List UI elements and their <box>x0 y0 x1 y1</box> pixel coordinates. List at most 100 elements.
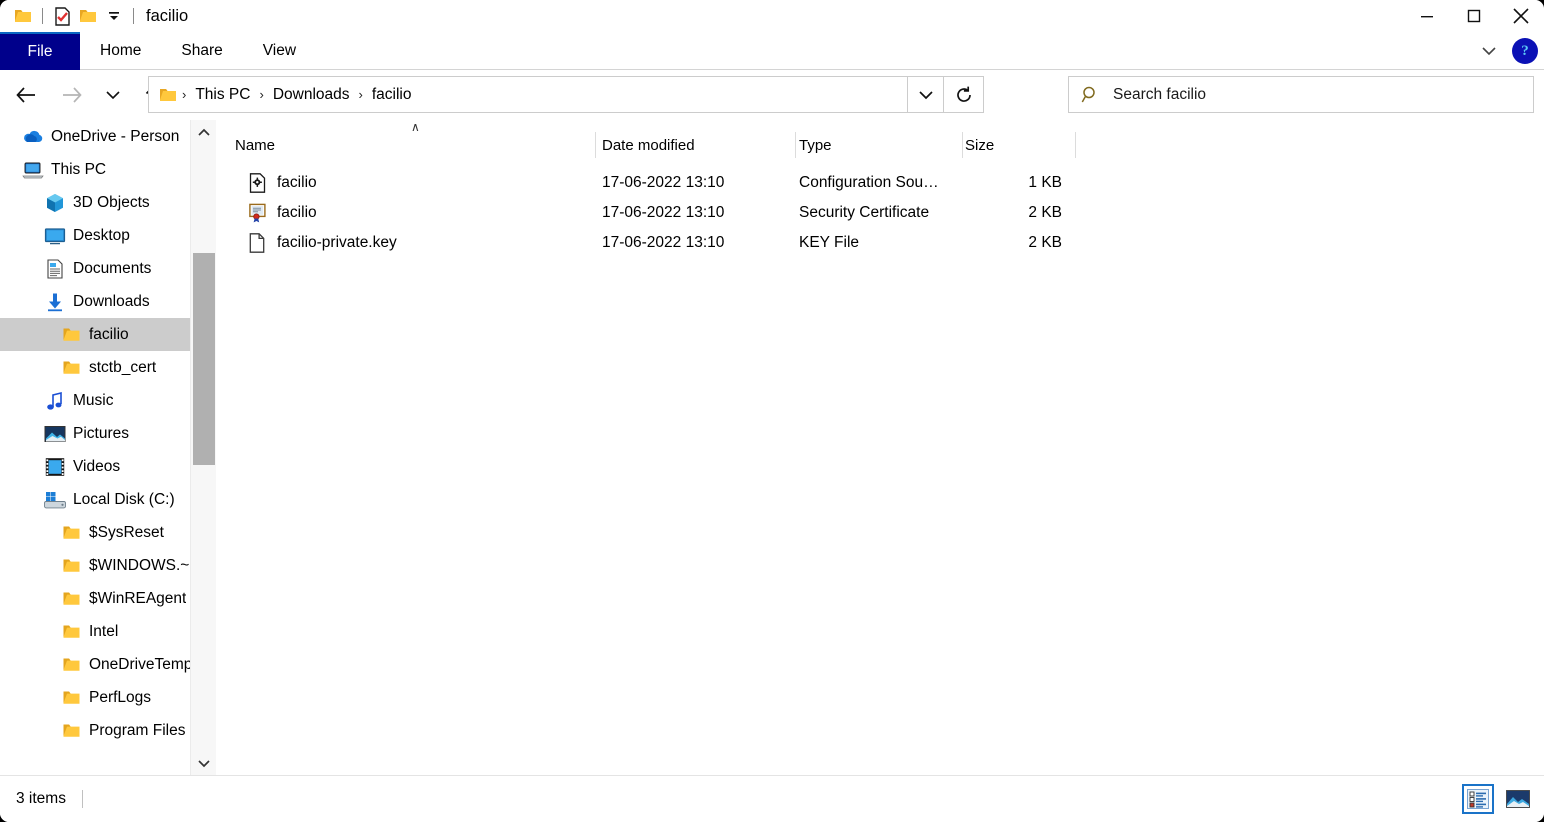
folder-icon[interactable] <box>10 3 36 29</box>
new-folder-icon[interactable] <box>75 3 101 29</box>
sidebar-item-videos[interactable]: Videos <box>0 450 190 483</box>
sidebar-item-pictures[interactable]: Pictures <box>0 417 190 450</box>
breadcrumb-facilio[interactable]: facilio <box>368 86 416 104</box>
thispc-icon <box>22 159 44 181</box>
customize-qat-icon[interactable] <box>101 3 127 29</box>
cell-size: 1 KB <box>917 174 1062 192</box>
sidebar-item-label: $SysReset <box>89 524 164 542</box>
sidebar-item-label: Local Disk (C:) <box>73 491 175 509</box>
column-divider[interactable] <box>1075 132 1076 158</box>
close-button[interactable] <box>1497 0 1544 32</box>
title-bar: facilio <box>0 0 1544 32</box>
videos-icon <box>44 456 66 478</box>
folder-icon <box>60 522 82 544</box>
tab-home[interactable]: Home <box>80 32 161 70</box>
tab-view[interactable]: View <box>243 32 316 70</box>
folder-icon <box>60 324 82 346</box>
sidebar-item-label: 3D Objects <box>73 194 150 212</box>
sidebar-item-desktop[interactable]: Desktop <box>0 219 190 252</box>
properties-icon[interactable] <box>49 3 75 29</box>
address-dropdown-button[interactable] <box>908 76 944 113</box>
sidebar-item-local-disk-c[interactable]: Local Disk (C:) <box>0 483 190 516</box>
documents-icon <box>44 258 66 280</box>
ribbon-tab-bar: File Home Share View ? <box>0 32 1544 70</box>
column-divider[interactable] <box>595 132 596 158</box>
file-list-pane: ∧ Name Date modified Type Size facilio 17… <box>217 120 1544 775</box>
address-bar[interactable]: › This PC › Downloads › facilio <box>148 76 908 113</box>
window-controls <box>1403 0 1544 32</box>
recent-locations-button[interactable] <box>96 78 130 112</box>
column-header-size[interactable]: Size <box>965 128 994 162</box>
sidebar-item-this-pc[interactable]: This PC <box>0 153 190 186</box>
table-row[interactable]: facilio 17-06-2022 13:10 Security Certific… <box>217 198 1544 228</box>
table-row[interactable]: facilio-private.key17-06-2022 13:10KEY F… <box>217 228 1544 258</box>
cell-name[interactable]: facilio <box>249 203 317 223</box>
sidebar-item-label: OneDrive - Person <box>51 128 179 146</box>
chevron-down-icon[interactable] <box>1474 36 1504 66</box>
search-box[interactable]: Search facilio <box>1068 76 1534 113</box>
sidebar-item-sysreset[interactable]: $SysReset <box>0 516 190 549</box>
cell-date-modified: 17-06-2022 13:10 <box>602 204 724 222</box>
sidebar-item-winreagent[interactable]: $WinREAgent <box>0 582 190 615</box>
sidebar-item-documents[interactable]: Documents <box>0 252 190 285</box>
details-view-button[interactable] <box>1462 784 1494 814</box>
sidebar-item-onedrivetemp[interactable]: OneDriveTemp <box>0 648 190 681</box>
sidebar-item-label: Documents <box>73 260 151 278</box>
scroll-down-arrow-icon[interactable] <box>191 751 217 775</box>
sidebar-item-onedrive-person[interactable]: OneDrive - Person <box>0 120 190 153</box>
sidebar-item-perflogs[interactable]: PerfLogs <box>0 681 190 714</box>
sidebar-item-facilio[interactable]: facilio <box>0 318 190 351</box>
3dobjects-icon <box>44 192 66 214</box>
breadcrumb-this-pc[interactable]: This PC <box>191 86 254 104</box>
cell-name[interactable]: facilio <box>249 173 317 193</box>
back-button[interactable] <box>10 78 44 112</box>
cell-date-modified: 17-06-2022 13:10 <box>602 174 724 192</box>
breadcrumb-downloads[interactable]: Downloads <box>269 86 354 104</box>
minimize-button[interactable] <box>1403 0 1450 32</box>
music-icon <box>44 390 66 412</box>
breadcrumb-separator: › <box>177 87 191 102</box>
tab-file[interactable]: File <box>0 32 80 70</box>
sidebar-item-program-files[interactable]: Program Files <box>0 714 190 747</box>
scroll-up-arrow-icon[interactable] <box>191 120 217 144</box>
desktop-icon <box>44 225 66 247</box>
sidebar-scrollbar[interactable] <box>190 120 216 775</box>
table-row[interactable]: facilio17-06-2022 13:10Configuration Sou… <box>217 168 1544 198</box>
column-header-type[interactable]: Type <box>799 128 832 162</box>
refresh-button[interactable] <box>944 76 984 113</box>
sidebar-item-music[interactable]: Music <box>0 384 190 417</box>
cell-name[interactable]: facilio-private.key <box>249 233 397 253</box>
help-icon[interactable]: ? <box>1512 38 1538 64</box>
search-icon <box>1081 85 1101 105</box>
cell-type: Security Certificate <box>799 204 929 222</box>
file-name-label: facilio <box>277 174 317 192</box>
column-header-row: ∧ Name Date modified Type Size <box>217 128 1544 162</box>
folder-icon <box>60 357 82 379</box>
sidebar-item-intel[interactable]: Intel <box>0 615 190 648</box>
folder-icon <box>60 621 82 643</box>
sidebar-item-downloads[interactable]: Downloads <box>0 285 190 318</box>
breadcrumb-separator: › <box>254 87 268 102</box>
large-icons-view-button[interactable] <box>1502 784 1534 814</box>
column-divider[interactable] <box>795 132 796 158</box>
sidebar-item-label: $WinREAgent <box>89 590 186 608</box>
sidebar-item-label: $WINDOWS.~B <box>89 557 190 575</box>
maximize-button[interactable] <box>1450 0 1497 32</box>
sidebar-item-label: Desktop <box>73 227 130 245</box>
sidebar-item-3d-objects[interactable]: 3D Objects <box>0 186 190 219</box>
sidebar-item-label: facilio <box>89 326 129 344</box>
sidebar-item-windows-b[interactable]: $WINDOWS.~B <box>0 549 190 582</box>
status-bar: 3 items <box>0 775 1544 822</box>
column-header-date-modified[interactable]: Date modified <box>602 128 695 162</box>
cell-size: 2 KB <box>917 204 1062 222</box>
search-input[interactable]: Search facilio <box>1113 86 1206 104</box>
column-header-name[interactable]: Name <box>235 128 275 162</box>
sidebar-item-label: PerfLogs <box>89 689 151 707</box>
pictures-icon <box>44 423 66 445</box>
onedrive-icon <box>22 126 44 148</box>
sidebar-scrollbar-thumb[interactable] <box>193 253 215 465</box>
sidebar-item-stctb-cert[interactable]: stctb_cert <box>0 351 190 384</box>
tab-share[interactable]: Share <box>161 32 242 70</box>
file-rows: facilio17-06-2022 13:10Configuration Sou… <box>217 168 1544 258</box>
column-divider[interactable] <box>962 132 963 158</box>
